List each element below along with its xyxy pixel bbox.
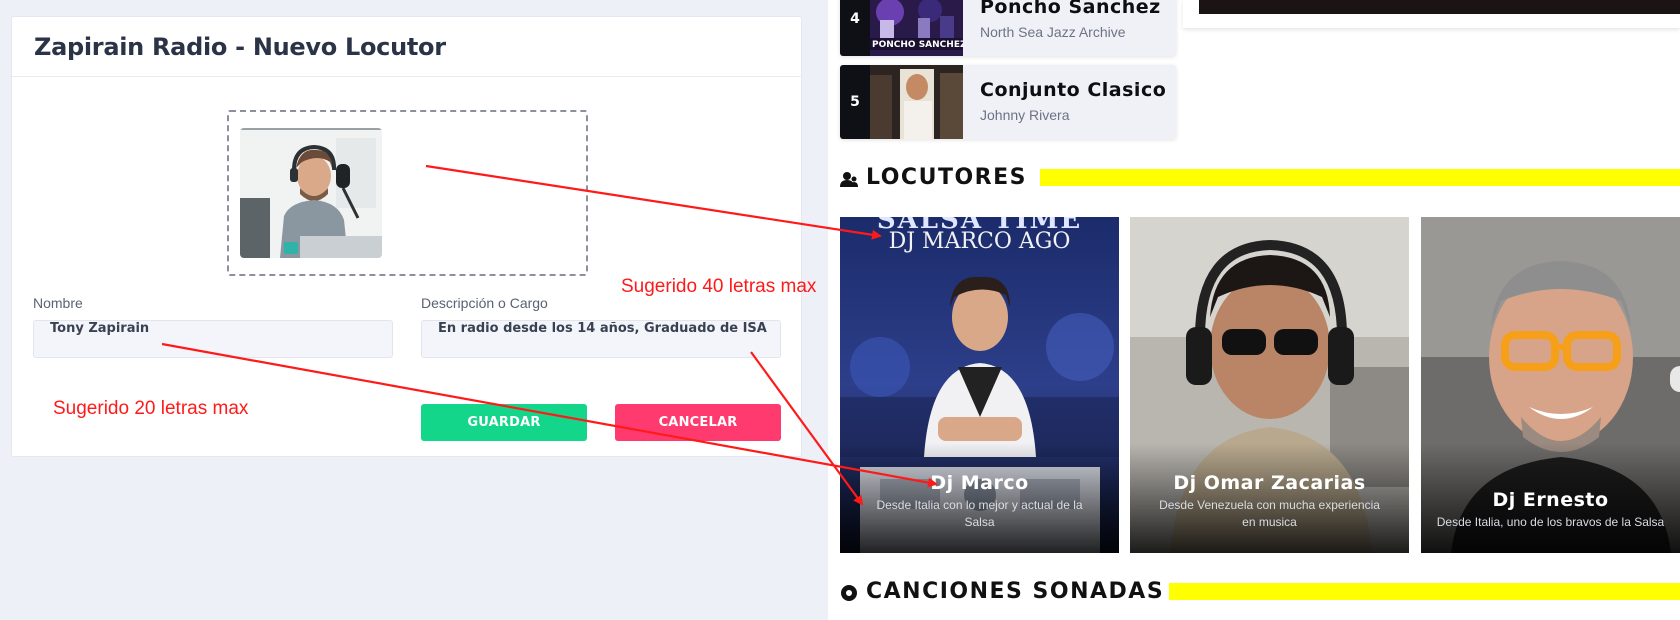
track-artist: North Sea Jazz Archive [980, 24, 1126, 40]
description-input[interactable]: En radio desde los 14 años, Graduado de … [421, 320, 781, 358]
section-title-locutores: LOCUTORES [866, 165, 1027, 190]
track-number: 4 [840, 0, 870, 56]
track-thumbnail: PONCHO SANCHEZ [870, 0, 963, 56]
thumbnail-caption: PONCHO SANCHEZ [872, 40, 963, 50]
new-announcer-form: Zapirain Radio - Nuevo Locutor Nombre To… [11, 16, 802, 457]
description-label: Descripción o Cargo [421, 295, 548, 311]
announcer-card[interactable]: SALSA TIME DJ MARCO AGO Dj Marco Desde I… [840, 217, 1119, 553]
admin-panel: Zapirain Radio - Nuevo Locutor Nombre To… [0, 0, 828, 620]
carousel-next-button[interactable] [1670, 366, 1680, 392]
announcer-description: Desde Venezuela con mucha experiencia en… [1159, 498, 1380, 529]
announcer-card[interactable]: Dj Omar Zacarias Desde Venezuela con muc… [1130, 217, 1409, 553]
track-item[interactable]: 5 Conjunto Clasico Johnny Rivera [840, 65, 1176, 139]
image-dropzone[interactable] [227, 110, 588, 276]
announcer-photo [240, 128, 382, 258]
section-title-canciones: CANCIONES SONADAS [866, 579, 1165, 604]
public-site: 4 PONCHO SANCHEZ Poncho Sanchez North Se… [828, 0, 1680, 620]
video-frame [1199, 0, 1680, 14]
track-thumbnail [870, 65, 963, 139]
section-divider [1040, 169, 1680, 186]
track-title: Poncho Sanchez [980, 0, 1161, 18]
announcer-description: Desde Italia, uno de los bravos de la Sa… [1436, 515, 1665, 529]
announcer-card[interactable]: Dj Ernesto Desde Italia, uno de los brav… [1421, 217, 1680, 553]
announcer-name: Dj Omar Zacarias [1173, 472, 1366, 494]
section-divider [1169, 583, 1680, 600]
name-input[interactable]: Tony Zapirain [33, 320, 393, 358]
track-artist: Johnny Rivera [980, 107, 1070, 123]
name-length-hint: Sugerido 20 letras max [53, 398, 249, 419]
video-player[interactable] [1183, 0, 1680, 28]
announcer-name: Dj Marco [930, 472, 1029, 494]
track-title: Conjunto Clasico [980, 79, 1167, 101]
poster-name-text: DJ MARCO AGO [888, 229, 1071, 254]
form-title: Zapirain Radio - Nuevo Locutor [34, 33, 446, 61]
save-button[interactable]: GUARDAR [421, 404, 587, 441]
announcer-name: Dj Ernesto [1492, 489, 1609, 511]
user-group-icon [840, 172, 858, 187]
track-number: 5 [840, 65, 870, 139]
description-length-hint: Sugerido 40 letras max [621, 276, 817, 297]
form-header: Zapirain Radio - Nuevo Locutor [12, 17, 801, 77]
track-item[interactable]: 4 PONCHO SANCHEZ Poncho Sanchez North Se… [840, 0, 1176, 56]
cancel-button[interactable]: CANCELAR [615, 404, 781, 441]
record-icon [841, 585, 857, 601]
name-label: Nombre [33, 295, 83, 311]
announcer-description: Desde Italia con lo mejor y actual de la… [876, 498, 1083, 529]
